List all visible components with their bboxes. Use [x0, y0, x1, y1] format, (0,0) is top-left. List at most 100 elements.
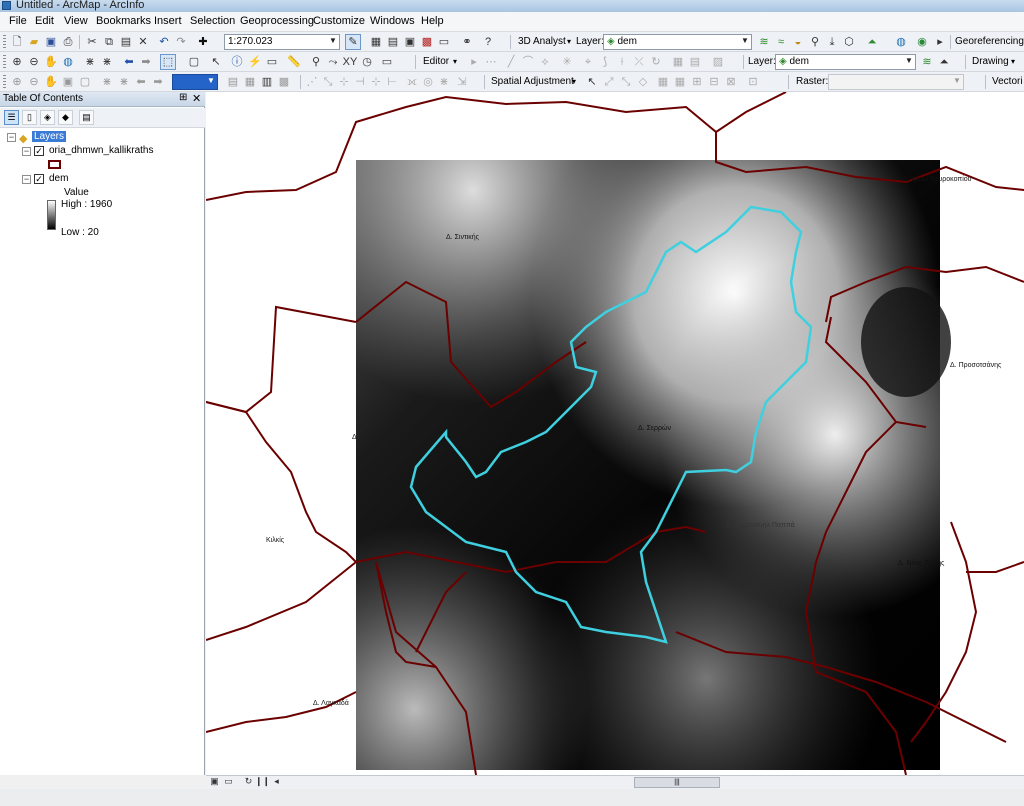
- menu-insert[interactable]: Insert: [154, 15, 182, 27]
- edge-match-icon[interactable]: ⊟: [706, 74, 722, 90]
- layout-view-icon[interactable]: ▭: [222, 775, 235, 788]
- contour-icon[interactable]: ≋: [756, 34, 772, 50]
- open-folder-icon[interactable]: ▰: [26, 34, 42, 50]
- sketch-properties-icon[interactable]: ▤: [687, 54, 703, 70]
- zoom-out-icon[interactable]: ⊖: [26, 74, 42, 90]
- chevron-down-icon[interactable]: ▾: [1011, 57, 1015, 66]
- fixed-zoom-out-icon[interactable]: ⋇: [116, 74, 132, 90]
- hyperlink-icon[interactable]: ⚡: [247, 54, 263, 70]
- close-icon[interactable]: ✕: [192, 92, 201, 105]
- straight-segment-icon[interactable]: ╱: [503, 54, 519, 70]
- scroll-left-icon[interactable]: ◂: [270, 775, 283, 788]
- save-icon[interactable]: ▣: [43, 34, 59, 50]
- chevron-down-icon[interactable]: ▼: [952, 76, 962, 88]
- zoom-100-icon[interactable]: ▢: [77, 74, 93, 90]
- pin-icon[interactable]: ⊞: [179, 92, 187, 103]
- drawing-menu[interactable]: Drawing: [972, 56, 1009, 67]
- new-document-icon[interactable]: 🗋: [9, 34, 25, 50]
- forward-extent-icon[interactable]: ➡: [150, 74, 166, 90]
- zoom-in-icon[interactable]: ⊕: [9, 74, 25, 90]
- view-link-table-icon[interactable]: ▦: [655, 74, 671, 90]
- toolbar-grip[interactable]: [3, 75, 6, 89]
- refresh-icon[interactable]: ↻: [242, 775, 255, 788]
- point-profile-icon[interactable]: ⚲: [807, 34, 823, 50]
- menu-help[interactable]: Help: [421, 15, 444, 27]
- elevation-ramp-swatch[interactable]: [47, 200, 56, 230]
- fixed-zoom-in-icon[interactable]: ⋇: [82, 54, 98, 70]
- georeferencing-menu[interactable]: Georeferencing: [955, 36, 1024, 47]
- profile-graph-icon[interactable]: ⏶: [864, 34, 880, 50]
- spatial-adjustment-menu[interactable]: Spatial Adjustment: [491, 76, 574, 87]
- cut-icon[interactable]: ✂: [84, 34, 100, 50]
- chevron-down-icon[interactable]: ▼: [328, 36, 338, 48]
- snapping-options-icon[interactable]: ⋇: [436, 74, 452, 90]
- split-icon[interactable]: ⤫: [631, 54, 647, 70]
- collapse-icon[interactable]: −: [22, 175, 31, 184]
- chevron-down-icon[interactable]: ▼: [904, 56, 914, 68]
- data-driven-pages-icon[interactable]: ▩: [276, 74, 292, 90]
- redo-icon[interactable]: ↷: [173, 34, 189, 50]
- chevron-down-icon[interactable]: ▾: [572, 77, 576, 86]
- attribute-transfer-icon[interactable]: ⊠: [723, 74, 739, 90]
- chevron-down-icon[interactable]: ▼: [206, 76, 216, 88]
- clear-selection-icon[interactable]: ▢: [186, 54, 202, 70]
- identify-icon[interactable]: ⓘ: [229, 54, 245, 70]
- back-extent-icon[interactable]: ⬅: [121, 54, 137, 70]
- menu-selection[interactable]: Selection: [190, 15, 235, 27]
- python-window-icon[interactable]: ▭: [436, 34, 452, 50]
- chevron-down-icon[interactable]: ▼: [740, 36, 750, 48]
- horizontal-scroll-thumb[interactable]: |||: [634, 777, 720, 788]
- menu-customize[interactable]: Customize: [313, 15, 365, 27]
- zoom-percent-combo[interactable]: ▼: [172, 74, 218, 90]
- 3d-options-icon[interactable]: ▸: [932, 34, 948, 50]
- multi-displacement-icon[interactable]: ◇: [635, 74, 651, 90]
- steepest-path-icon[interactable]: ≈: [773, 34, 789, 50]
- toc-options-icon[interactable]: ▤: [79, 110, 94, 125]
- create-viewer-icon[interactable]: ▭: [379, 54, 395, 70]
- create-features-icon[interactable]: ▨: [710, 54, 726, 70]
- table-icon[interactable]: ▦: [368, 34, 384, 50]
- edit-vertices-icon[interactable]: ⌖: [580, 54, 596, 70]
- html-popup-icon[interactable]: ▭: [264, 54, 280, 70]
- zoom-in-icon[interactable]: ⊕: [9, 54, 25, 70]
- layer-visibility-checkbox[interactable]: ✓: [34, 174, 44, 184]
- rotate-icon[interactable]: ↻: [648, 54, 664, 70]
- layer-visibility-checkbox[interactable]: ✓: [34, 146, 44, 156]
- menu-geoprocessing[interactable]: Geoprocessing: [240, 15, 314, 27]
- menu-file[interactable]: File: [9, 15, 27, 27]
- toolbar-grip[interactable]: [3, 55, 6, 69]
- arcscene-icon[interactable]: ◉: [914, 34, 930, 50]
- interpolate-line-icon[interactable]: ≋: [919, 54, 935, 70]
- map-display[interactable]: Δ. Κάτω Νευροκοπίου Δ. Σιντικής Δ. Προσο…: [206, 92, 1024, 775]
- edit-tool-icon[interactable]: ▸: [466, 54, 482, 70]
- list-by-selection-icon[interactable]: ◆: [58, 110, 73, 125]
- layers-root[interactable]: Layers: [32, 131, 67, 142]
- layer-combo[interactable]: ◈ dem ▼: [775, 54, 916, 70]
- list-by-visibility-icon[interactable]: ◈: [40, 110, 55, 125]
- menu-view[interactable]: View: [64, 15, 88, 27]
- search-window-icon[interactable]: ▣: [402, 34, 418, 50]
- snapping-midpoint-icon[interactable]: ⊢: [384, 74, 400, 90]
- interpolate-polygon-icon[interactable]: ⬡: [841, 34, 857, 50]
- toolbar-grip[interactable]: [3, 35, 6, 49]
- snapping-menu-icon[interactable]: ⇲: [454, 74, 470, 90]
- add-data-icon[interactable]: ✚: [195, 34, 211, 50]
- modify-link-icon[interactable]: ⤡: [618, 74, 634, 90]
- chevron-down-icon[interactable]: ▾: [453, 57, 457, 66]
- snapping-vertex-icon[interactable]: ⊹: [336, 74, 352, 90]
- toggle-draft-mode-icon[interactable]: ▤: [225, 74, 241, 90]
- whats-this-icon[interactable]: ?: [480, 34, 496, 50]
- find-route-icon[interactable]: ⤳: [325, 54, 341, 70]
- profile-icon[interactable]: ⏶: [936, 54, 952, 70]
- zoom-out-icon[interactable]: ⊖: [26, 54, 42, 70]
- go-to-xy-icon[interactable]: XY: [342, 54, 358, 70]
- delete-icon[interactable]: ✕: [135, 34, 151, 50]
- undo-icon[interactable]: ↶: [156, 34, 172, 50]
- map-scale-combo[interactable]: 1:270.023 ▼: [224, 34, 340, 50]
- data-view-icon[interactable]: ▣: [208, 775, 221, 788]
- focus-data-frame-icon[interactable]: ▦: [242, 74, 258, 90]
- snapping-end-icon[interactable]: ⤡: [320, 74, 336, 90]
- 3d-layer-combo[interactable]: ◈ dem ▼: [603, 34, 752, 50]
- select-features-icon[interactable]: ⬚: [160, 54, 176, 70]
- attributes-icon[interactable]: ▦: [670, 54, 686, 70]
